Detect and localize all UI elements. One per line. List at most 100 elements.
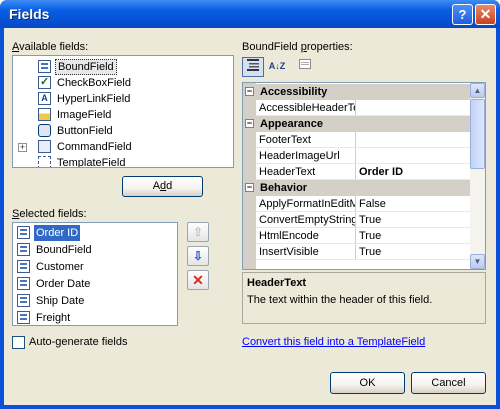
collapse-icon[interactable]: −: [245, 87, 254, 96]
property-grid-scrollbar[interactable]: ▲ ▼: [470, 83, 485, 269]
selected-field-label: Order Date: [36, 278, 91, 290]
property-value[interactable]: True: [356, 212, 470, 228]
property-value[interactable]: True: [356, 244, 470, 260]
property-row[interactable]: AccessibleHeaderTe: [243, 100, 470, 116]
alphabetical-icon[interactable]: A↓Z: [266, 57, 288, 77]
property-value[interactable]: [356, 132, 470, 148]
selected-field-item[interactable]: Ship Date: [15, 293, 175, 309]
convert-to-templatefield-link[interactable]: Convert this field into a TemplateField: [242, 336, 425, 348]
scroll-up-icon[interactable]: ▲: [470, 83, 485, 98]
hyperlink-field-icon: A: [38, 92, 51, 105]
property-category-row[interactable]: − Accessibility: [243, 84, 470, 100]
move-down-button[interactable]: ⇩: [187, 246, 209, 266]
delete-field-button[interactable]: ✕: [187, 270, 209, 290]
selected-field-item[interactable]: Order Date: [15, 276, 175, 292]
available-field-item[interactable]: A HyperLinkField: [13, 91, 233, 107]
available-field-label: CommandField: [57, 141, 132, 153]
property-value[interactable]: Order ID: [356, 164, 470, 180]
button-field-icon: [38, 124, 51, 137]
selected-field-item[interactable]: BoundField: [15, 242, 175, 258]
available-field-label: BoundField: [55, 59, 117, 75]
selected-field-label: Customer: [36, 261, 84, 273]
scroll-thumb[interactable]: [470, 99, 485, 169]
boundfield-icon: [17, 226, 30, 239]
property-row[interactable]: ApplyFormatInEditM False: [243, 196, 470, 212]
selected-field-item[interactable]: Freight: [15, 310, 175, 325]
available-field-label: CheckBoxField: [57, 77, 131, 89]
available-field-item[interactable]: + CommandField: [13, 139, 233, 155]
auto-generate-checkbox[interactable]: [12, 336, 25, 349]
selected-field-label: Ship Date: [36, 295, 85, 307]
property-name: HeaderText: [256, 164, 356, 180]
property-name: FooterText: [256, 132, 356, 148]
selected-field-label: BoundField: [36, 244, 92, 256]
available-field-item[interactable]: TemplateField: [13, 155, 233, 168]
boundfield-icon: [17, 311, 30, 324]
checkbox-field-icon: [38, 74, 51, 90]
property-description-panel: HeaderText The text within the header of…: [242, 272, 486, 324]
property-grid-toolbar: A↓Z: [242, 56, 485, 78]
delete-icon: ✕: [192, 272, 204, 288]
property-name: ConvertEmptyString: [256, 212, 356, 228]
selected-field-label: Order ID: [34, 225, 81, 241]
property-name: HtmlEncode: [256, 228, 356, 244]
available-field-item[interactable]: ButtonField: [13, 123, 233, 139]
property-row[interactable]: HtmlEncode True: [243, 228, 470, 244]
expand-icon[interactable]: +: [18, 143, 27, 152]
property-row[interactable]: InsertVisible True: [243, 244, 470, 260]
image-field-icon: [38, 108, 51, 121]
available-field-label: HyperLinkField: [57, 93, 131, 105]
selected-field-item[interactable]: Order ID: [15, 225, 175, 241]
fields-dialog-window: Fields ? ✕ Available fields: BoundField C…: [0, 0, 500, 409]
help-button[interactable]: ?: [452, 4, 473, 25]
property-value[interactable]: [356, 148, 470, 164]
available-field-item[interactable]: ImageField: [13, 107, 233, 123]
property-grid[interactable]: − Accessibility AccessibleHeaderTe − Appeara…: [242, 82, 486, 270]
selected-fields-list[interactable]: Order ID BoundField Customer Order Date Ship…: [12, 222, 178, 326]
property-row[interactable]: ConvertEmptyString True: [243, 212, 470, 228]
collapse-icon[interactable]: −: [245, 119, 254, 128]
cancel-button[interactable]: Cancel: [411, 372, 486, 394]
selected-field-label: Freight: [36, 312, 71, 324]
available-field-label: ButtonField: [57, 125, 113, 137]
available-field-label: TemplateField: [57, 157, 126, 168]
ok-button[interactable]: OK: [330, 372, 405, 394]
boundfield-icon: [17, 294, 30, 307]
description-title: HeaderText: [247, 277, 307, 289]
property-row[interactable]: HeaderText Order ID: [243, 164, 470, 180]
available-field-item[interactable]: CheckBoxField: [13, 74, 233, 91]
selected-fields-label: Selected fields:: [12, 208, 87, 220]
selected-field-item[interactable]: Customer: [15, 259, 175, 275]
property-category-row[interactable]: − Appearance: [243, 116, 470, 132]
boundfield-icon: [17, 277, 30, 290]
property-value[interactable]: [356, 100, 470, 116]
property-name: AccessibleHeaderTe: [256, 100, 356, 116]
category-name: Behavior: [260, 182, 308, 194]
auto-generate-label[interactable]: Auto-generate fields: [29, 336, 127, 348]
title-bar[interactable]: Fields ? ✕: [0, 0, 500, 28]
available-field-label: ImageField: [57, 109, 112, 121]
property-value[interactable]: True: [356, 228, 470, 244]
boundfield-properties-label: BoundField properties:: [242, 41, 353, 53]
available-field-item[interactable]: BoundField: [13, 59, 233, 75]
add-button[interactable]: Add: [122, 176, 203, 197]
boundfield-icon: [17, 243, 30, 256]
property-value[interactable]: False: [356, 196, 470, 212]
property-name: ApplyFormatInEditM: [256, 196, 356, 212]
collapse-icon[interactable]: −: [245, 183, 254, 192]
categorized-icon[interactable]: [242, 57, 264, 77]
available-fields-label: Available fields:: [12, 41, 89, 53]
template-field-icon: [38, 156, 51, 167]
property-row[interactable]: FooterText: [243, 132, 470, 148]
available-fields-tree[interactable]: BoundField CheckBoxField A HyperLinkField Im…: [12, 55, 234, 168]
description-text: The text within the header of this field…: [247, 294, 433, 306]
property-pages-icon[interactable]: [294, 57, 316, 77]
close-button[interactable]: ✕: [475, 4, 496, 25]
boundfield-icon: [17, 260, 30, 273]
property-category-row[interactable]: − Behavior: [243, 180, 470, 196]
property-name: HeaderImageUrl: [256, 148, 356, 164]
move-up-button[interactable]: ⇧: [187, 222, 209, 242]
arrow-up-icon: ⇧: [192, 225, 204, 239]
scroll-down-icon[interactable]: ▼: [470, 254, 485, 269]
property-row[interactable]: HeaderImageUrl: [243, 148, 470, 164]
